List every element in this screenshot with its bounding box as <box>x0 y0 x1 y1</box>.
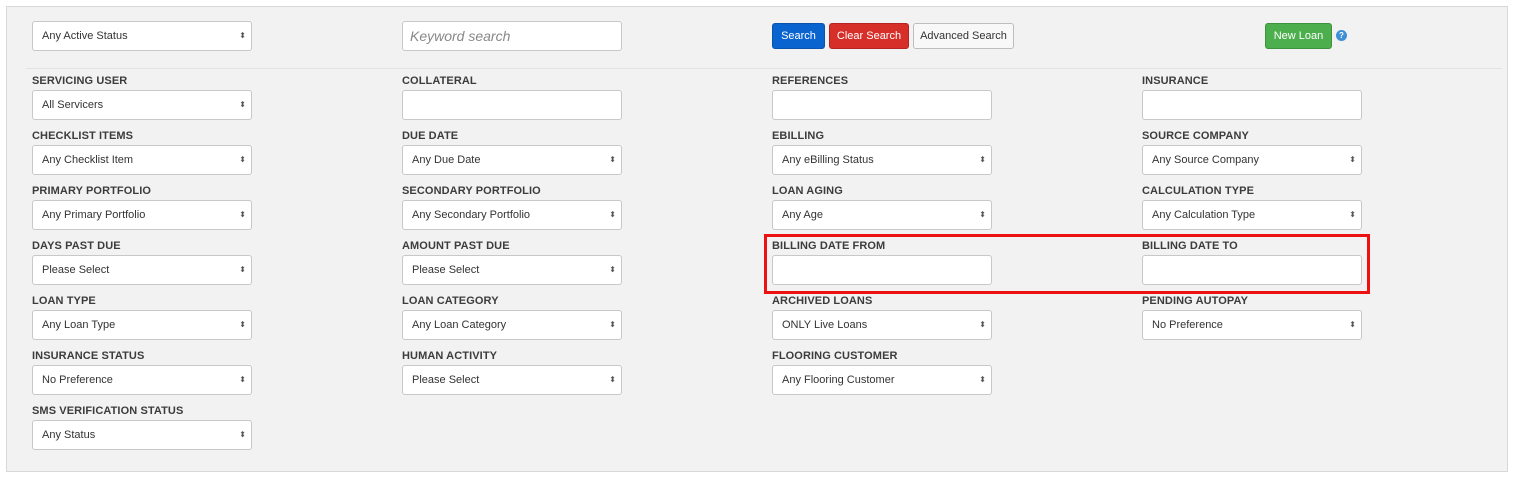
select-arrows-icon: ⬍ <box>1349 320 1356 329</box>
loan-category-select[interactable]: Any Loan Category ⬍ <box>402 310 622 340</box>
keyword-search-placeholder: Keyword search <box>410 28 511 44</box>
loan-type-select[interactable]: Any Loan Type ⬍ <box>32 310 252 340</box>
pending-autopay-value: No Preference <box>1152 319 1223 331</box>
source-company-select[interactable]: Any Source Company ⬍ <box>1142 145 1362 175</box>
loan-aging-value: Any Age <box>782 209 823 221</box>
select-arrows-icon: ⬍ <box>239 155 246 164</box>
flooring-customer-value: Any Flooring Customer <box>782 374 895 386</box>
active-status-value: Any Active Status <box>42 30 128 42</box>
select-arrows-icon: ⬍ <box>239 265 246 274</box>
loan-aging-label: LOAN AGING <box>772 185 843 197</box>
search-button[interactable]: Search <box>772 23 825 49</box>
divider <box>26 68 1502 69</box>
insurance-status-select[interactable]: No Preference ⬍ <box>32 365 252 395</box>
due-date-select[interactable]: Any Due Date ⬍ <box>402 145 622 175</box>
select-arrows-icon: ⬍ <box>979 375 986 384</box>
calculation-type-select[interactable]: Any Calculation Type ⬍ <box>1142 200 1362 230</box>
select-arrows-icon: ⬍ <box>609 265 616 274</box>
sms-verification-status-value: Any Status <box>42 429 96 441</box>
select-arrows-icon: ⬍ <box>1349 210 1356 219</box>
primary-portfolio-label: PRIMARY PORTFOLIO <box>32 185 152 197</box>
collateral-input[interactable] <box>402 90 622 120</box>
ebilling-value: Any eBilling Status <box>782 154 874 166</box>
calculation-type-label: CALCULATION TYPE <box>1142 185 1255 197</box>
new-loan-button[interactable]: New Loan <box>1265 23 1332 49</box>
human-activity-select[interactable]: Please Select ⬍ <box>402 365 622 395</box>
ebilling-select[interactable]: Any eBilling Status ⬍ <box>772 145 992 175</box>
loan-category-value: Any Loan Category <box>412 319 507 331</box>
checklist-items-select[interactable]: Any Checklist Item ⬍ <box>32 145 252 175</box>
insurance-input[interactable] <box>1142 90 1362 120</box>
primary-portfolio-select[interactable]: Any Primary Portfolio ⬍ <box>32 200 252 230</box>
select-arrows-icon: ⬍ <box>609 375 616 384</box>
amount-past-due-label: AMOUNT PAST DUE <box>402 240 510 252</box>
loan-category-label: LOAN CATEGORY <box>402 295 499 307</box>
select-arrows-icon: ⬍ <box>1349 155 1356 164</box>
pending-autopay-select[interactable]: No Preference ⬍ <box>1142 310 1362 340</box>
select-arrows-icon: ⬍ <box>609 320 616 329</box>
collateral-label: COLLATERAL <box>402 75 477 87</box>
references-label: REFERENCES <box>772 75 849 87</box>
human-activity-value: Please Select <box>412 374 480 386</box>
sms-verification-status-select[interactable]: Any Status ⬍ <box>32 420 252 450</box>
advanced-search-button[interactable]: Advanced Search <box>913 23 1014 49</box>
archived-loans-label: ARCHIVED LOANS <box>772 295 873 307</box>
select-arrows-icon: ⬍ <box>609 210 616 219</box>
primary-portfolio-value: Any Primary Portfolio <box>42 209 146 221</box>
select-arrows-icon: ⬍ <box>239 100 246 109</box>
secondary-portfolio-label: SECONDARY PORTFOLIO <box>402 185 541 197</box>
human-activity-label: HUMAN ACTIVITY <box>402 350 498 362</box>
flooring-customer-label: FLOORING CUSTOMER <box>772 350 898 362</box>
loan-aging-select[interactable]: Any Age ⬍ <box>772 200 992 230</box>
checklist-items-label: CHECKLIST ITEMS <box>32 130 134 142</box>
select-arrows-icon: ⬍ <box>239 210 246 219</box>
checklist-items-value: Any Checklist Item <box>42 154 134 166</box>
insurance-label: INSURANCE <box>1142 75 1209 87</box>
due-date-value: Any Due Date <box>412 154 481 166</box>
insurance-status-label: INSURANCE STATUS <box>32 350 145 362</box>
flooring-customer-select[interactable]: Any Flooring Customer ⬍ <box>772 365 992 395</box>
days-past-due-label: DAYS PAST DUE <box>32 240 121 252</box>
source-company-label: SOURCE COMPANY <box>1142 130 1249 142</box>
servicing-user-label: SERVICING USER <box>32 75 128 87</box>
help-icon[interactable]: ? <box>1336 30 1347 41</box>
archived-loans-value: ONLY Live Loans <box>782 319 868 331</box>
select-arrows-icon: ⬍ <box>979 320 986 329</box>
calculation-type-value: Any Calculation Type <box>1152 209 1256 221</box>
keyword-search-input[interactable]: Keyword search <box>402 21 622 51</box>
active-status-select[interactable]: Any Active Status ⬍ <box>32 21 252 51</box>
due-date-label: DUE DATE <box>402 130 459 142</box>
ebilling-label: EBILLING <box>772 130 825 142</box>
servicing-user-select[interactable]: All Servicers ⬍ <box>32 90 252 120</box>
billing-date-highlight <box>764 234 1370 294</box>
secondary-portfolio-value: Any Secondary Portfolio <box>412 209 531 221</box>
source-company-value: Any Source Company <box>1152 154 1259 166</box>
select-arrows-icon: ⬍ <box>239 375 246 384</box>
insurance-status-value: No Preference <box>42 374 113 386</box>
secondary-portfolio-select[interactable]: Any Secondary Portfolio ⬍ <box>402 200 622 230</box>
sms-verification-status-label: SMS VERIFICATION STATUS <box>32 405 184 417</box>
select-arrows-icon: ⬍ <box>239 430 246 439</box>
loan-type-value: Any Loan Type <box>42 319 116 331</box>
select-arrows-icon: ⬍ <box>979 210 986 219</box>
loan-type-label: LOAN TYPE <box>32 295 96 307</box>
select-arrows-icon: ⬍ <box>239 31 246 40</box>
select-arrows-icon: ⬍ <box>609 155 616 164</box>
pending-autopay-label: PENDING AUTOPAY <box>1142 295 1249 307</box>
select-arrows-icon: ⬍ <box>239 320 246 329</box>
amount-past-due-value: Please Select <box>412 264 480 276</box>
days-past-due-value: Please Select <box>42 264 110 276</box>
references-input[interactable] <box>772 90 992 120</box>
select-arrows-icon: ⬍ <box>979 155 986 164</box>
servicing-user-value: All Servicers <box>42 99 104 111</box>
archived-loans-select[interactable]: ONLY Live Loans ⬍ <box>772 310 992 340</box>
days-past-due-select[interactable]: Please Select ⬍ <box>32 255 252 285</box>
amount-past-due-select[interactable]: Please Select ⬍ <box>402 255 622 285</box>
clear-search-button[interactable]: Clear Search <box>829 23 909 49</box>
